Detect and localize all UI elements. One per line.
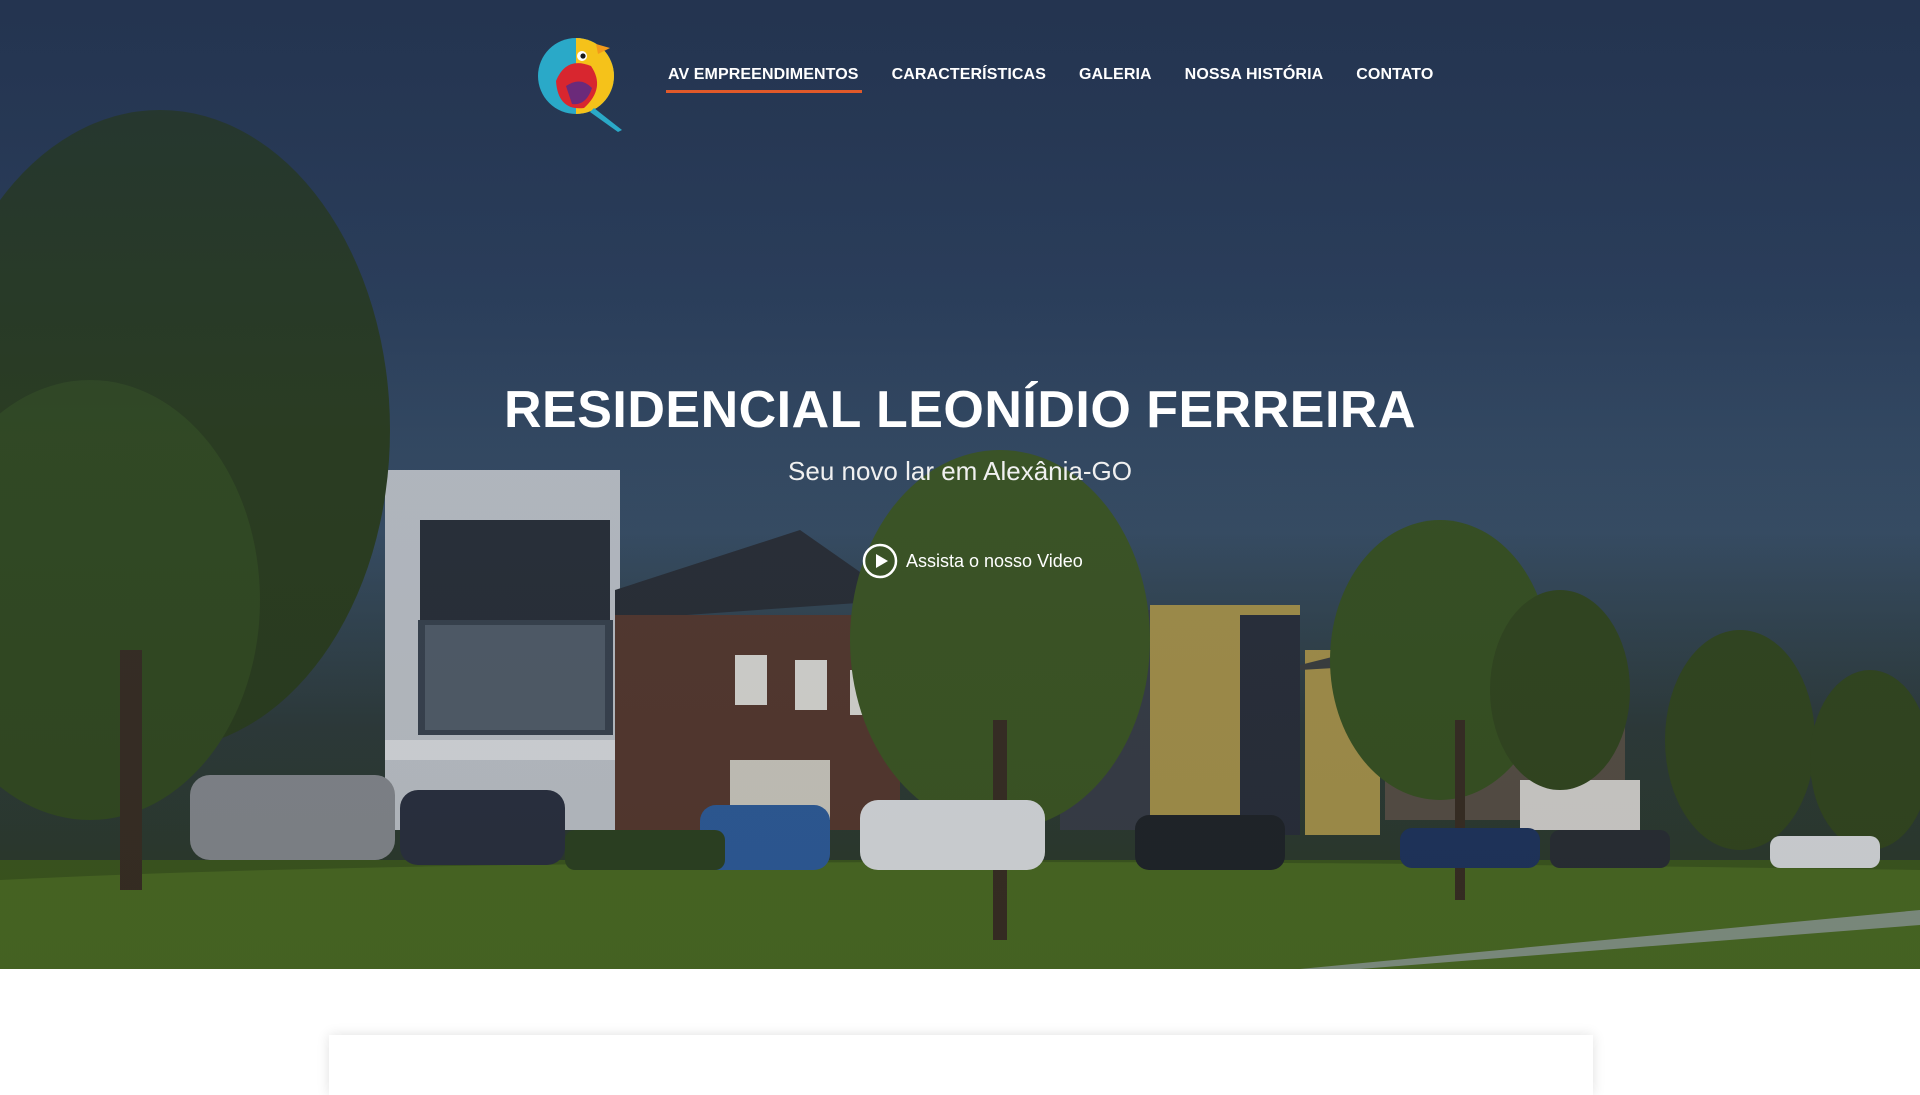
hero-title: RESIDENCIAL LEONÍDIO FERREIRA [503, 381, 1417, 439]
bird-logo-icon[interactable] [536, 26, 628, 132]
nav-item-galeria[interactable]: GALERIA [1079, 66, 1152, 93]
nav-item-caracteristicas[interactable]: CARACTERÍSTICAS [892, 66, 1046, 93]
main-nav: AV EMPREENDIMENTOS CARACTERÍSTICAS GALER… [666, 66, 1466, 93]
nav-item-contato[interactable]: CONTATO [1356, 66, 1433, 93]
watch-video-label: Assista o nosso Video [906, 550, 1083, 571]
content-card [329, 1035, 1593, 1095]
watch-video-link[interactable]: Assista o nosso Video [862, 543, 1083, 579]
hero-section: AV EMPREENDIMENTOS CARACTERÍSTICAS GALER… [0, 0, 1920, 969]
hero-subtitle: Seu novo lar em Alexânia-GO [788, 456, 1132, 486]
nav-item-av-empreendimentos[interactable]: AV EMPREENDIMENTOS [666, 66, 862, 93]
play-circle-icon [862, 543, 898, 579]
nav-item-nossa-historia[interactable]: NOSSA HISTÓRIA [1185, 66, 1324, 93]
